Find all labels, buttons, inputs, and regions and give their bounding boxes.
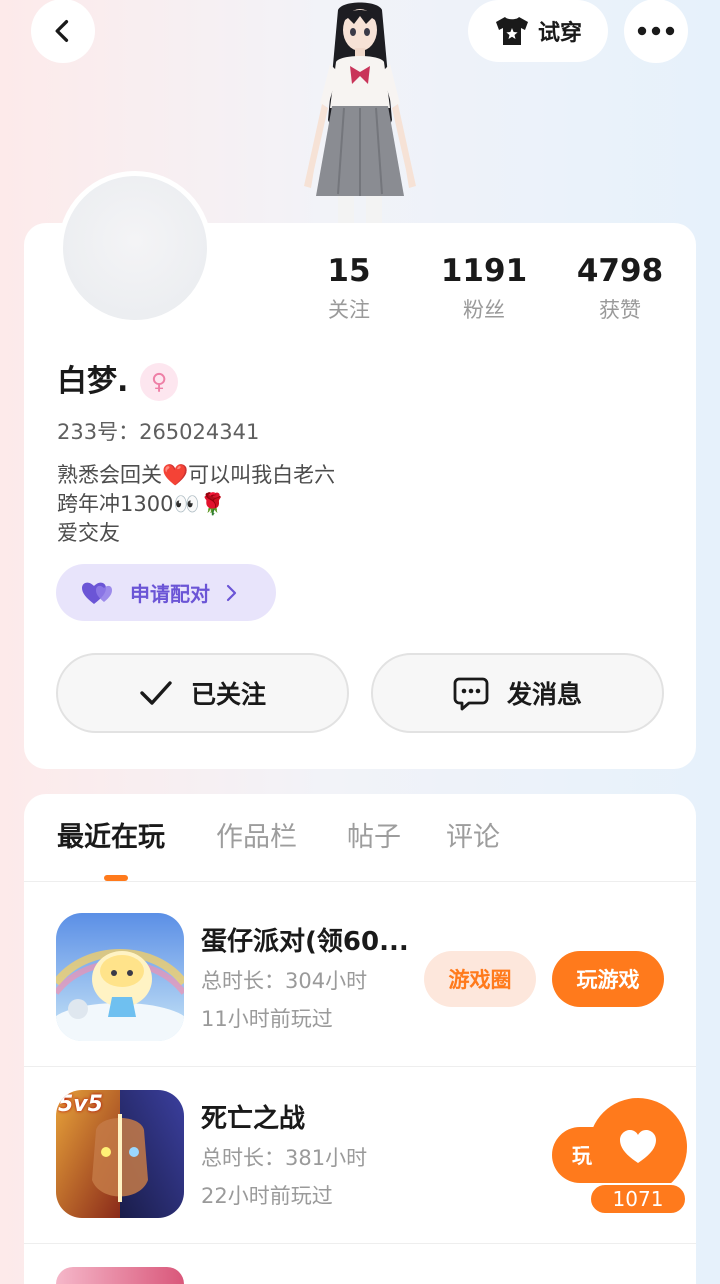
try-on-label: 试穿 <box>537 21 582 46</box>
divider <box>24 1243 696 1244</box>
game-icon-death-war[interactable]: 5v5 <box>56 1090 184 1218</box>
game-circle-button[interactable]: 游戏圈 <box>424 951 536 1007</box>
game-icon[interactable] <box>56 1267 184 1284</box>
tab-posts[interactable]: 帖子 <box>347 818 401 858</box>
stat-fans[interactable]: 1191 粉丝 <box>419 250 549 328</box>
game-icon-art <box>56 913 184 1041</box>
tab-recently-played[interactable]: 最近在玩 <box>57 818 165 858</box>
username: 白梦. <box>57 364 129 399</box>
avatar-character-image <box>304 2 416 224</box>
tab-works[interactable]: 作品栏 <box>216 818 297 858</box>
try-on-button[interactable]: 试穿 <box>468 0 608 62</box>
game-duration: 总时长：304小时 <box>201 969 368 993</box>
bio-line: 爱交友 <box>57 521 120 545</box>
stat-likes-label: 获赞 <box>599 298 641 322</box>
game-last-played: 22小时前玩过 <box>201 1184 333 1208</box>
check-icon <box>140 681 172 705</box>
chevron-left-icon <box>55 20 69 42</box>
divider <box>24 881 696 882</box>
tshirt-icon <box>495 17 528 45</box>
apply-pair-label: 申请配对 <box>130 582 210 606</box>
like-button[interactable] <box>589 1098 687 1196</box>
like-count: 1071 <box>589 1183 687 1215</box>
play-game-button[interactable]: 玩游戏 <box>552 951 664 1007</box>
back-button[interactable] <box>31 0 95 63</box>
game-badge-5v5: 5v5 <box>58 1092 103 1117</box>
avatar[interactable] <box>58 171 212 325</box>
stat-likes-value: 4798 <box>576 253 664 289</box>
user-id: 233号：265024341 <box>57 420 260 444</box>
following-label: 已关注 <box>190 680 266 709</box>
stat-likes[interactable]: 4798 获赞 <box>555 250 685 328</box>
more-button[interactable] <box>624 0 688 63</box>
bio-line: 熟悉会回关❤️可以叫我白老六 <box>57 463 336 487</box>
more-dots-icon <box>637 26 675 36</box>
game-last-played: 11小时前玩过 <box>201 1007 333 1031</box>
game-title[interactable]: 蛋仔派对(领60... <box>201 923 409 961</box>
send-message-label: 发消息 <box>506 680 582 709</box>
game-icon-eggy-party[interactable] <box>56 913 184 1041</box>
divider <box>24 1066 696 1067</box>
hearts-icon <box>82 582 112 604</box>
game-title[interactable]: 死亡之战 <box>201 1100 305 1138</box>
chat-bubble-icon <box>453 677 489 711</box>
stat-fans-label: 粉丝 <box>463 298 505 322</box>
game-duration: 总时长：381小时 <box>201 1146 368 1170</box>
stat-following-label: 关注 <box>328 298 370 322</box>
following-button[interactable]: 已关注 <box>56 653 349 733</box>
apply-pair-button[interactable]: 申请配对 <box>56 564 276 621</box>
bio: 熟悉会回关❤️可以叫我白老六 跨年冲1300👀🌹 爱交友 <box>57 461 335 548</box>
heart-icon <box>620 1130 656 1163</box>
tab-comments[interactable]: 评论 <box>446 818 500 858</box>
stat-following[interactable]: 15 关注 <box>284 250 414 328</box>
bio-line: 跨年冲1300👀🌹 <box>57 492 226 516</box>
send-message-button[interactable]: 发消息 <box>371 653 664 733</box>
stat-fans-value: 1191 <box>440 253 528 289</box>
female-gender-icon: ♀ <box>140 363 178 401</box>
chevron-right-icon <box>226 584 237 601</box>
stat-following-value: 15 <box>327 253 371 289</box>
